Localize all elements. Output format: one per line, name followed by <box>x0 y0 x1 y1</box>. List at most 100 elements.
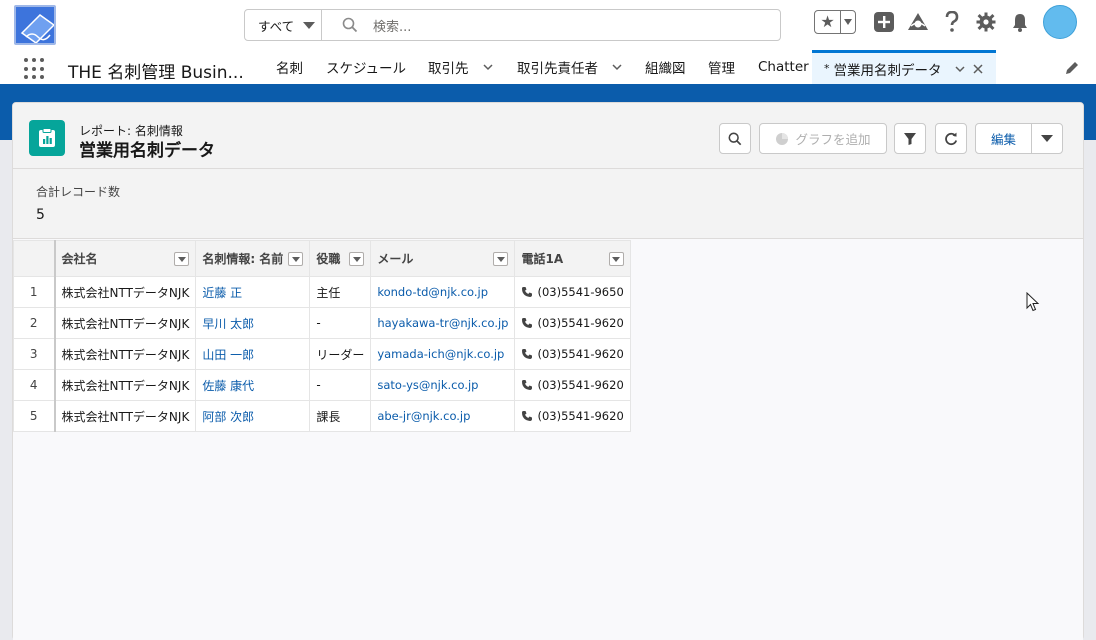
cell-name-link[interactable]: 佐藤 康代 <box>195 369 311 401</box>
refresh-button[interactable] <box>935 123 967 154</box>
search-scope-label: すべて <box>258 18 295 34</box>
cell-title: - <box>309 369 372 401</box>
nav-item-org-chart[interactable]: 組織図 <box>645 50 686 84</box>
app-launcher-icon[interactable] <box>24 58 46 80</box>
column-header-company[interactable]: 会社名 <box>53 240 197 277</box>
cell-email-link[interactable]: kondo-td@njk.co.jp <box>370 276 516 308</box>
nav-item-admin[interactable]: 管理 <box>708 50 735 84</box>
table-row: 2 株式会社NTTデータNJK 早川 太郎 - hayakawa-tr@njk.… <box>13 307 631 339</box>
cell-email-link[interactable]: abe-jr@njk.co.jp <box>370 400 516 432</box>
search-icon <box>342 17 358 33</box>
row-number-header <box>13 240 56 277</box>
mouse-cursor-icon <box>1026 292 1040 312</box>
chevron-down-icon[interactable] <box>174 252 190 266</box>
avatar[interactable] <box>1043 5 1077 39</box>
cell-phone[interactable]: (03)5541-9620 <box>514 400 631 432</box>
favorites-menu-button[interactable] <box>841 19 855 25</box>
report-header: レポート: 名刺情報 営業用名刺データ グラフを追加 編集 <box>13 103 1083 169</box>
chevron-down-icon[interactable] <box>612 62 622 72</box>
table-row: 3 株式会社NTTデータNJK 山田 一郎 リーダー yamada-ich@nj… <box>13 338 631 370</box>
cell-phone[interactable]: (03)5541-9620 <box>514 307 631 339</box>
search-scope-dropdown[interactable]: すべて <box>245 10 322 40</box>
nav-item-chatter[interactable]: Chatter <box>758 50 809 84</box>
search-report-button[interactable] <box>719 123 751 154</box>
table-row: 1 株式会社NTTデータNJK 近藤 正 主任 kondo-td@njk.co.… <box>13 276 631 308</box>
phone-icon <box>522 318 533 328</box>
unsaved-marker: * <box>824 62 830 75</box>
chevron-down-icon[interactable] <box>954 64 965 74</box>
cell-phone[interactable]: (03)5541-9620 <box>514 338 631 370</box>
edit-nav-pencil-icon[interactable] <box>1064 60 1080 76</box>
report-panel: レポート: 名刺情報 営業用名刺データ グラフを追加 編集 合計レコード数 5 <box>12 102 1084 640</box>
chevron-down-icon[interactable] <box>482 62 493 72</box>
cell-company: 株式会社NTTデータNJK <box>53 276 197 308</box>
cell-phone[interactable]: (03)5541-9650 <box>514 276 631 308</box>
search-input[interactable]: 検索... <box>373 16 411 35</box>
tab-report-active[interactable]: * 営業用名刺データ <box>812 50 996 84</box>
chevron-down-icon <box>1041 134 1053 142</box>
cell-title: 主任 <box>309 276 372 308</box>
column-header-title[interactable]: 役職 <box>309 240 372 277</box>
phone-icon <box>522 349 533 359</box>
chevron-down-icon[interactable] <box>493 252 509 266</box>
cell-company: 株式会社NTTデータNJK <box>53 400 197 432</box>
nav-item-accounts[interactable]: 取引先 <box>428 50 493 84</box>
chevron-down-icon[interactable] <box>349 252 365 266</box>
app-name: THE 名刺管理 Busin... <box>68 63 244 83</box>
app-navigation-bar: THE 名刺管理 Busin... 名刺 スケジュール 取引先 取引先責任者 組… <box>0 50 1096 87</box>
chevron-down-icon[interactable] <box>288 252 304 266</box>
trailhead-icon[interactable] <box>906 10 930 34</box>
report-summary: 合計レコード数 5 <box>13 169 1083 239</box>
bell-icon[interactable] <box>1008 10 1032 34</box>
cell-email-link[interactable]: yamada-ich@njk.co.jp <box>370 338 516 370</box>
close-icon[interactable] <box>972 63 983 74</box>
cell-title: - <box>309 307 372 339</box>
phone-icon <box>522 380 533 390</box>
filter-icon <box>904 132 916 145</box>
filter-button[interactable] <box>894 123 926 154</box>
cell-name-link[interactable]: 近藤 正 <box>195 276 311 308</box>
row-number: 1 <box>13 276 56 308</box>
cell-company: 株式会社NTTデータNJK <box>53 338 197 370</box>
cell-company: 株式会社NTTデータNJK <box>53 369 197 401</box>
table-row: 5 株式会社NTTデータNJK 阿部 次郎 課長 abe-jr@njk.co.j… <box>13 400 631 432</box>
add-icon[interactable] <box>872 10 896 34</box>
nav-item-contacts[interactable]: 取引先責任者 <box>517 50 622 84</box>
gear-icon[interactable] <box>974 10 998 34</box>
column-header-email[interactable]: メール <box>370 240 516 277</box>
nav-item-schedule[interactable]: スケジュール <box>326 50 406 84</box>
refresh-icon <box>945 132 958 145</box>
global-search[interactable]: すべて 検索... <box>244 9 781 41</box>
edit-button[interactable]: 編集 <box>975 123 1032 154</box>
cell-title: 課長 <box>309 400 372 432</box>
help-icon[interactable] <box>940 10 964 34</box>
row-number: 3 <box>13 338 56 370</box>
column-header-name[interactable]: 名刺情報: 名前 <box>195 240 311 277</box>
global-header: すべて 検索... ★ <box>0 0 1096 50</box>
cell-name-link[interactable]: 早川 太郎 <box>195 307 311 339</box>
report-table: 会社名 名刺情報: 名前 役職 メール 電話1A 1 株式会社NTTデータNJK… <box>13 240 631 432</box>
search-icon <box>728 132 742 145</box>
cell-name-link[interactable]: 阿部 次郎 <box>195 400 311 432</box>
tab-label: 営業用名刺データ <box>833 62 942 79</box>
report-actions-dropdown[interactable] <box>1031 123 1063 154</box>
star-icon: ★ <box>815 11 841 33</box>
nav-item-meishi[interactable]: 名刺 <box>276 50 303 84</box>
add-chart-button[interactable]: グラフを追加 <box>759 123 887 154</box>
table-row: 4 株式会社NTTデータNJK 佐藤 康代 - sato-ys@njk.co.j… <box>13 369 631 401</box>
cell-name-link[interactable]: 山田 一郎 <box>195 338 311 370</box>
column-header-phone[interactable]: 電話1A <box>514 240 631 277</box>
chart-icon <box>776 132 789 145</box>
table-header-row: 会社名 名刺情報: 名前 役職 メール 電話1A <box>13 240 631 277</box>
cell-email-link[interactable]: hayakawa-tr@njk.co.jp <box>370 307 516 339</box>
phone-icon <box>522 287 533 297</box>
row-number: 5 <box>13 400 56 432</box>
favorites-button[interactable]: ★ <box>814 10 856 34</box>
cell-phone[interactable]: (03)5541-9620 <box>514 369 631 401</box>
record-count-value: 5 <box>36 207 45 223</box>
report-title: 営業用名刺データ <box>79 141 215 161</box>
app-logo[interactable] <box>14 5 56 45</box>
cell-email-link[interactable]: sato-ys@njk.co.jp <box>370 369 516 401</box>
row-number: 4 <box>13 369 56 401</box>
chevron-down-icon[interactable] <box>608 252 624 266</box>
